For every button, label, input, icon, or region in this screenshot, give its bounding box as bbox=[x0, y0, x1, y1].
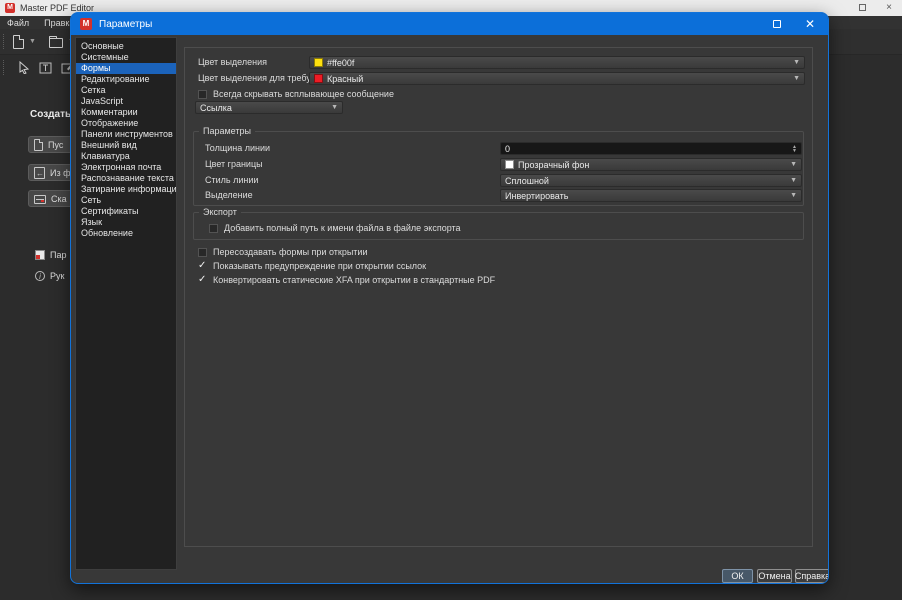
recreate-forms-label[interactable]: Пересоздавать формы при открытии bbox=[213, 246, 367, 259]
sidebar-item-general[interactable]: Основные bbox=[76, 41, 176, 52]
highlight-mode-combo[interactable]: Инвертировать ▼ bbox=[500, 189, 802, 202]
scanner-icon bbox=[34, 195, 46, 204]
line-width-label: Толщина линии bbox=[205, 142, 270, 155]
select-cursor-icon[interactable] bbox=[18, 61, 30, 74]
toolbar-grip[interactable] bbox=[3, 34, 7, 49]
sidebar-item-forms[interactable]: Формы bbox=[76, 63, 176, 74]
sidebar-item-editing[interactable]: Редактирование bbox=[76, 74, 176, 85]
export-group-title: Экспорт bbox=[199, 207, 241, 217]
required-color-value: Красный bbox=[327, 74, 363, 84]
help-button[interactable]: Справка bbox=[795, 569, 829, 583]
toolbar-grip[interactable] bbox=[3, 60, 7, 75]
chevron-down-icon: ▼ bbox=[331, 104, 338, 111]
highlight-color-label: Цвет выделения bbox=[198, 56, 267, 69]
hide-popup-label[interactable]: Всегда скрывать всплывающее сообщение bbox=[213, 88, 394, 101]
convert-xfa-label[interactable]: Конвертировать статические XFA при откры… bbox=[213, 274, 495, 287]
warn-links-label[interactable]: Показывать предупреждение при открытии с… bbox=[213, 260, 426, 273]
params-doc-icon bbox=[35, 250, 45, 260]
cancel-button[interactable]: Отмена bbox=[757, 569, 792, 583]
parameters-group-title: Параметры bbox=[199, 126, 255, 136]
dialog-close-icon[interactable]: ✕ bbox=[805, 19, 815, 29]
import-file-icon bbox=[34, 167, 45, 179]
export-full-path-label[interactable]: Добавить полный путь к имени файла в фай… bbox=[224, 222, 461, 235]
link-type-value: Ссылка bbox=[200, 103, 232, 113]
sidebar-item-redaction[interactable]: Затирание информации bbox=[76, 184, 176, 195]
sidebar-item-toolbars[interactable]: Панели инструментов bbox=[76, 129, 176, 140]
sidebar-item-ocr[interactable]: Распознавание текста bbox=[76, 173, 176, 184]
dialog-title: Параметры bbox=[99, 19, 152, 30]
maximize-icon[interactable] bbox=[859, 4, 866, 11]
sidebar-item-update[interactable]: Обновление bbox=[76, 228, 176, 239]
create-heading: Создать bbox=[30, 109, 71, 120]
highlight-mode-value: Инвертировать bbox=[505, 191, 568, 201]
yellow-color-swatch bbox=[314, 58, 323, 67]
guide-link-label: Рук bbox=[50, 271, 64, 281]
params-link[interactable]: Пар bbox=[35, 250, 66, 260]
line-style-combo[interactable]: Сплошной ▼ bbox=[500, 174, 802, 187]
dialog-logo-icon: M bbox=[80, 18, 92, 30]
sidebar-item-appearance[interactable]: Внешний вид bbox=[76, 140, 176, 151]
highlight-color-combo[interactable]: #ffe00f ▼ bbox=[309, 56, 805, 69]
open-folder-icon[interactable] bbox=[49, 38, 63, 48]
toolbar-grip bbox=[42, 34, 43, 49]
params-link-label: Пар bbox=[50, 250, 66, 260]
hide-popup-checkbox[interactable] bbox=[198, 90, 207, 99]
white-color-swatch bbox=[505, 160, 514, 169]
red-color-swatch bbox=[314, 74, 323, 83]
info-icon: i bbox=[35, 271, 45, 281]
border-color-value: Прозрачный фон bbox=[518, 160, 589, 170]
line-width-spinner[interactable]: 0 ▲▼ bbox=[500, 142, 802, 155]
menu-item-file[interactable]: Файл bbox=[7, 18, 29, 28]
dialog-maximize-icon[interactable] bbox=[773, 20, 781, 28]
highlight-color-value: #ffe00f bbox=[327, 58, 354, 68]
sidebar-item-email[interactable]: Электронная почта bbox=[76, 162, 176, 173]
ok-button[interactable]: ОК bbox=[722, 569, 753, 583]
sidebar-item-comments[interactable]: Комментарии bbox=[76, 107, 176, 118]
line-style-value: Сплошной bbox=[505, 176, 549, 186]
sidebar-item-display[interactable]: Отображение bbox=[76, 118, 176, 129]
chevron-down-icon: ▼ bbox=[793, 59, 800, 66]
create-scan-label: Ска bbox=[51, 194, 67, 204]
border-color-combo[interactable]: Прозрачный фон ▼ bbox=[500, 158, 802, 171]
chevron-down-icon: ▼ bbox=[790, 177, 797, 184]
line-style-label: Стиль линии bbox=[205, 174, 258, 187]
sidebar-item-grid[interactable]: Сетка bbox=[76, 85, 176, 96]
blank-document-icon bbox=[34, 139, 43, 151]
sidebar-item-javascript[interactable]: JavaScript bbox=[76, 96, 176, 107]
create-from-file-label: Из ф bbox=[50, 168, 71, 178]
dialog-titlebar[interactable]: M Параметры ✕ bbox=[71, 13, 828, 35]
convert-xfa-checkbox[interactable] bbox=[198, 276, 207, 285]
guide-link[interactable]: i Рук bbox=[35, 271, 64, 281]
close-icon[interactable]: × bbox=[886, 3, 892, 12]
link-type-combo[interactable]: Ссылка ▼ bbox=[195, 101, 343, 114]
warn-links-checkbox[interactable] bbox=[198, 262, 207, 271]
required-color-combo[interactable]: Красный ▼ bbox=[309, 72, 805, 85]
chevron-down-icon: ▼ bbox=[793, 75, 800, 82]
sidebar-item-language[interactable]: Язык bbox=[76, 217, 176, 228]
sidebar-item-system[interactable]: Системные bbox=[76, 52, 176, 63]
preferences-dialog: M Параметры ✕ Основные Системные Формы Р… bbox=[70, 12, 829, 584]
export-full-path-checkbox[interactable] bbox=[209, 224, 218, 233]
border-color-label: Цвет границы bbox=[205, 158, 263, 171]
spinner-arrows-icon[interactable]: ▲▼ bbox=[792, 145, 797, 153]
sidebar-item-keyboard[interactable]: Клавиатура bbox=[76, 151, 176, 162]
settings-category-list: Основные Системные Формы Редактирование … bbox=[75, 37, 177, 570]
chevron-down-icon[interactable]: ▼ bbox=[29, 38, 36, 45]
forms-settings-panel: Цвет выделения #ffe00f ▼ Цвет выделения … bbox=[184, 47, 813, 547]
line-width-value: 0 bbox=[505, 144, 510, 154]
highlight-mode-label: Выделение bbox=[205, 189, 253, 202]
app-logo-icon: M bbox=[5, 3, 15, 13]
create-blank-label: Пус bbox=[48, 140, 63, 150]
new-document-icon[interactable] bbox=[13, 35, 24, 49]
edit-text-icon[interactable] bbox=[39, 62, 52, 74]
chevron-down-icon: ▼ bbox=[790, 192, 797, 199]
recreate-forms-checkbox[interactable] bbox=[198, 248, 207, 257]
sidebar-item-certificates[interactable]: Сертификаты bbox=[76, 206, 176, 217]
sidebar-item-network[interactable]: Сеть bbox=[76, 195, 176, 206]
chevron-down-icon: ▼ bbox=[790, 161, 797, 168]
